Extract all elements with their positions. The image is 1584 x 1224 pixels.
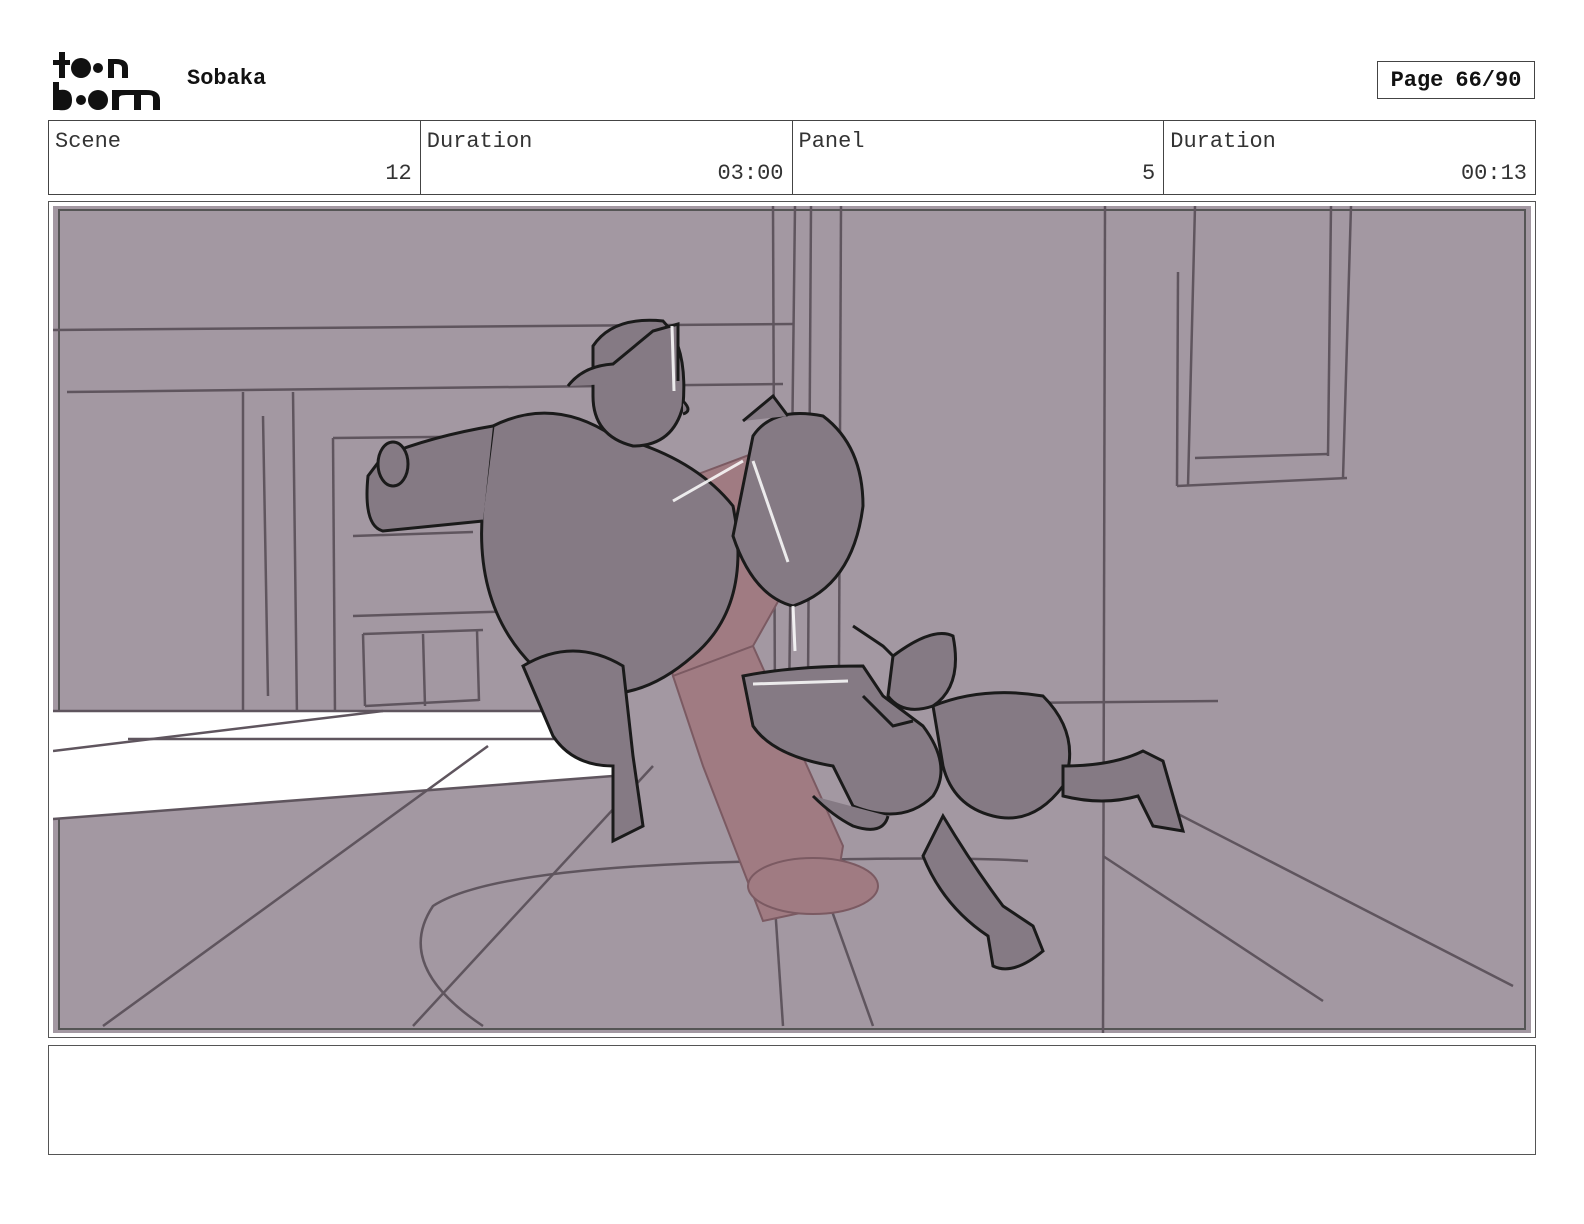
scene-value: 12 <box>385 161 412 186</box>
scene-duration-value: 03:00 <box>717 161 784 186</box>
scene-duration-cell: Duration 03:00 <box>421 121 793 194</box>
storyboard-panel <box>48 201 1536 1038</box>
panel-notes <box>48 1045 1536 1155</box>
page-label: Page <box>1390 67 1444 93</box>
panel-value: 5 <box>1142 161 1156 186</box>
scene-duration-label: Duration <box>426 129 533 154</box>
panel-duration-value: 00:13 <box>1460 161 1527 186</box>
panel-duration-label: Duration <box>1170 129 1276 154</box>
panel-info-bar: Scene 12 Duration 03:00 Panel 5 Duration… <box>48 120 1536 195</box>
scene-cell: Scene 12 <box>49 121 421 194</box>
page-indicator: Page 66/90 <box>1377 61 1535 99</box>
scene-label: Scene <box>55 129 122 154</box>
project-title: Sobaka <box>187 66 267 91</box>
panel-label: Panel <box>798 129 865 154</box>
page-number: 66/90 <box>1455 67 1522 93</box>
panel-sketch <box>53 206 1531 1033</box>
panel-cell: Panel 5 <box>793 121 1165 194</box>
panel-duration-cell: Duration 00:13 <box>1164 121 1535 194</box>
toonboom-logo <box>53 52 160 111</box>
